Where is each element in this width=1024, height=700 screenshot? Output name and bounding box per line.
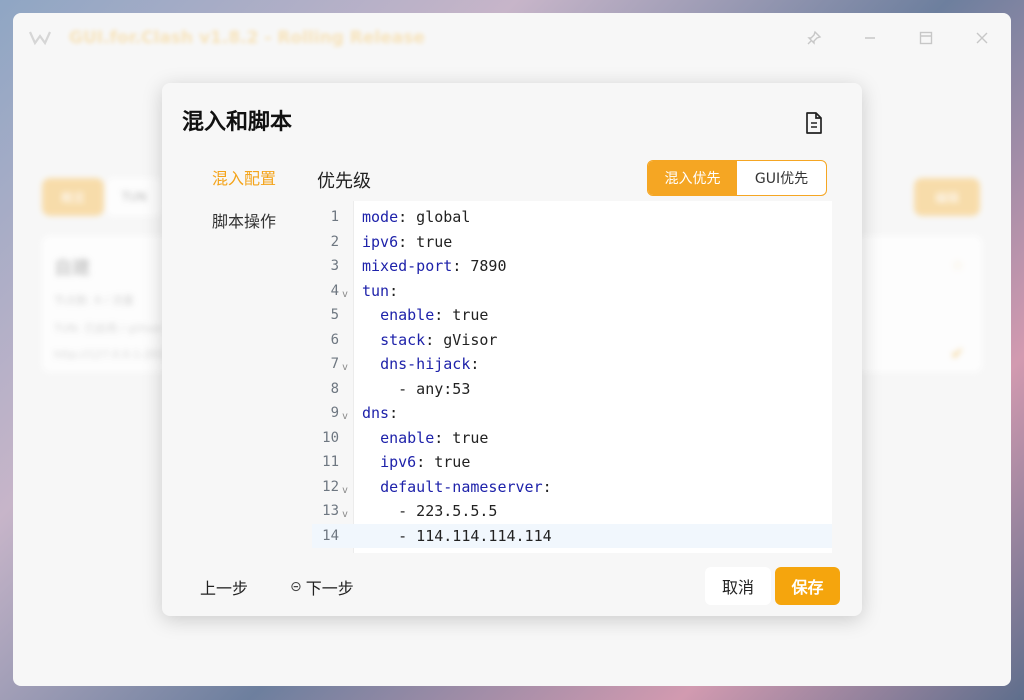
yaml-key: mixed-port (362, 257, 453, 275)
line-number: 2 (330, 233, 339, 250)
code-editor[interactable]: 1 mode: global 2 ipv6: true 3 mixed-port: 789… (312, 201, 832, 553)
code-line: 5 enable: true (312, 303, 832, 328)
yaml-value: : true (434, 306, 489, 324)
code-line: 13 v - 223.5.5.5 (312, 499, 832, 524)
line-number: 8 (330, 380, 339, 397)
yaml-value: : gVisor (425, 330, 498, 349)
nav-mixin-config[interactable]: 混入配置 (212, 165, 276, 208)
yaml-value: : (542, 477, 552, 496)
code-text: - 223.5.5.5 (362, 499, 497, 524)
line-number: 1 (330, 209, 339, 225)
line-number: 13 (322, 503, 339, 519)
yaml-key: enable (380, 428, 435, 447)
code-line: 12 v default-nameserver: (312, 475, 832, 500)
code-line: 2 ipv6: true (312, 230, 832, 255)
line-number: 7 (330, 356, 339, 372)
line-number: 12 (322, 478, 339, 495)
priority-label: 优先级 (317, 171, 371, 192)
code-line: 7v dns-hijack: (312, 352, 832, 377)
yaml-value: : global (398, 208, 471, 226)
line-number: 10 (322, 429, 339, 446)
line-number: 11 (322, 454, 339, 470)
yaml-key: mode (362, 208, 399, 226)
priority-mixin-first-button[interactable]: 混入优先 (648, 161, 737, 195)
line-number: 4 (330, 282, 339, 299)
yaml-value: : (389, 281, 399, 300)
code-line: 8 - any:53 (312, 377, 832, 402)
yaml-value: : true (398, 232, 453, 251)
code-line: 6 stack: gVisor (312, 328, 832, 353)
yaml-key: ipv6 (362, 232, 399, 251)
yaml-value: : (470, 355, 480, 373)
priority-gui-first-button[interactable]: GUI优先 (737, 161, 826, 195)
dialog-side-nav: 混入配置 脚本操作 (212, 165, 276, 251)
line-number: 14 (322, 527, 339, 544)
code-text: dns-hijack: (362, 352, 479, 377)
code-text: mode: global (362, 205, 470, 230)
code-text: stack: gVisor (362, 328, 497, 353)
code-text: mixed-port: 7890 (362, 254, 507, 279)
code-text: ipv6: true (362, 230, 452, 255)
code-line: 10 enable: true (312, 426, 832, 451)
priority-toggle: 混入优先 GUI优先 (647, 160, 827, 196)
next-step-icon: ⊝ (290, 579, 302, 595)
line-number: 3 (330, 258, 339, 274)
yaml-key: stack (380, 330, 426, 349)
line-number: 9 (330, 405, 339, 421)
yaml-key: ipv6 (380, 453, 417, 471)
next-step-label: 下一步 (305, 579, 354, 598)
mixin-script-dialog: 混入和脚本 混入配置 脚本操作 优先级 混入优先 GUI优先 1 mode: gl… (162, 83, 862, 616)
dialog-title: 混入和脚本 (182, 110, 293, 135)
yaml-key: dns-hijack (380, 355, 471, 373)
code-line: 4 v tun: (312, 279, 832, 304)
code-line: 1 mode: global (312, 205, 832, 230)
code-text: ipv6: true (362, 450, 470, 475)
line-number: 6 (330, 331, 339, 348)
yaml-key: dns (362, 404, 390, 422)
yaml-key: enable (380, 306, 435, 324)
code-text: enable: true (362, 426, 488, 451)
yaml-value: - any:53 (398, 379, 471, 398)
document-icon[interactable] (803, 111, 825, 135)
prev-step-button[interactable]: 上一步 (200, 575, 248, 599)
yaml-value: - 223.5.5.5 (398, 502, 498, 520)
yaml-value: - 114.114.114.114 (398, 526, 552, 545)
code-text: dns: (362, 401, 398, 426)
code-line: 9 v dns: (312, 401, 832, 426)
next-step-button[interactable]: ⊝ 下一步 (290, 575, 354, 599)
code-line: 14 - 114.114.114.114 (312, 523, 832, 549)
yaml-value: : (389, 404, 399, 422)
code-text: enable: true (362, 303, 488, 328)
line-number: 5 (330, 307, 339, 323)
code-line: 11 ipv6: true (312, 450, 832, 475)
code-text: - 114.114.114.114 (362, 524, 552, 549)
code-line: 3 mixed-port: 7890 (312, 254, 832, 279)
nav-script-ops[interactable]: 脚本操作 (212, 208, 276, 251)
yaml-key: tun (362, 281, 390, 300)
yaml-key: default-nameserver (380, 477, 543, 496)
code-text: default-nameserver: (362, 475, 552, 500)
cancel-button[interactable]: 取消 (705, 567, 771, 605)
yaml-value: : true (434, 428, 489, 447)
yaml-value: : 7890 (452, 257, 507, 275)
code-text: tun: (362, 279, 398, 304)
yaml-value: : true (416, 453, 471, 471)
code-text: - any:53 (362, 377, 470, 402)
save-button[interactable]: 保存 (775, 567, 840, 605)
